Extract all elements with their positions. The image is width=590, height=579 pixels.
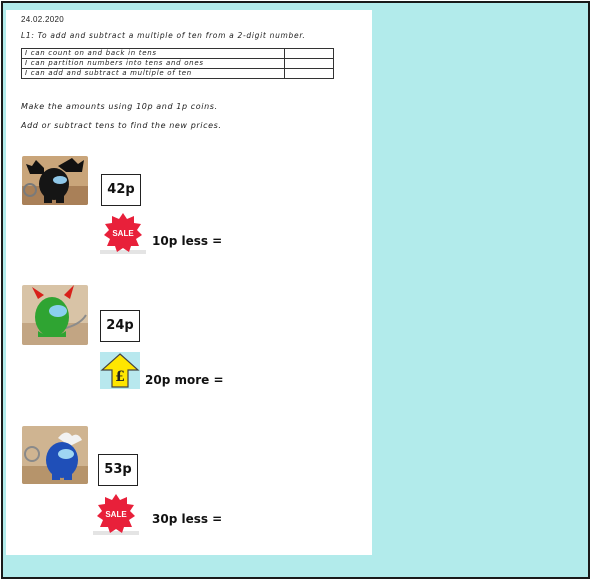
date-label: 24.02.2020 (21, 15, 65, 24)
price-box: 42p (101, 174, 141, 206)
sale-text: SALE (105, 510, 127, 519)
price-up-arrow-icon: £ (100, 352, 140, 389)
success-criteria-table: I can count on and back in tens I can pa… (21, 48, 334, 79)
criteria-cell: I can count on and back in tens (21, 48, 285, 59)
question-text: 10p less = (152, 234, 223, 248)
price-box: 24p (100, 310, 140, 342)
table-row: I can count on and back in tens (21, 48, 334, 59)
question-text: 30p less = (152, 512, 223, 526)
checkbox-cell[interactable] (284, 58, 334, 69)
table-row: I can partition numbers into tens and on… (21, 58, 334, 69)
checkbox-cell[interactable] (284, 48, 334, 59)
question-text: 20p more = (145, 373, 224, 387)
instruction-tens: Add or subtract tens to find the new pri… (21, 121, 222, 130)
instruction-coins: Make the amounts using 10p and 1p coins. (21, 102, 218, 111)
black-bat-toy-icon (22, 156, 88, 205)
table-row: I can add and subtract a multiple of ten (21, 68, 334, 79)
criteria-cell: I can add and subtract a multiple of ten (21, 68, 285, 79)
slide-frame: 24.02.2020 L1: To add and subtract a mul… (1, 1, 590, 579)
price-box: 53p (98, 454, 138, 486)
green-devil-toy-icon (22, 285, 88, 345)
blue-horned-toy-icon (22, 426, 88, 484)
checkbox-cell[interactable] (284, 68, 334, 79)
sale-badge-icon: SALE (93, 493, 139, 535)
learning-objective: L1: To add and subtract a multiple of te… (21, 31, 306, 40)
criteria-cell: I can partition numbers into tens and on… (21, 58, 285, 69)
pound-sign: £ (115, 369, 125, 385)
worksheet-page: 24.02.2020 L1: To add and subtract a mul… (6, 10, 372, 555)
sale-text: SALE (112, 229, 134, 238)
sale-badge-icon: SALE (100, 212, 146, 254)
